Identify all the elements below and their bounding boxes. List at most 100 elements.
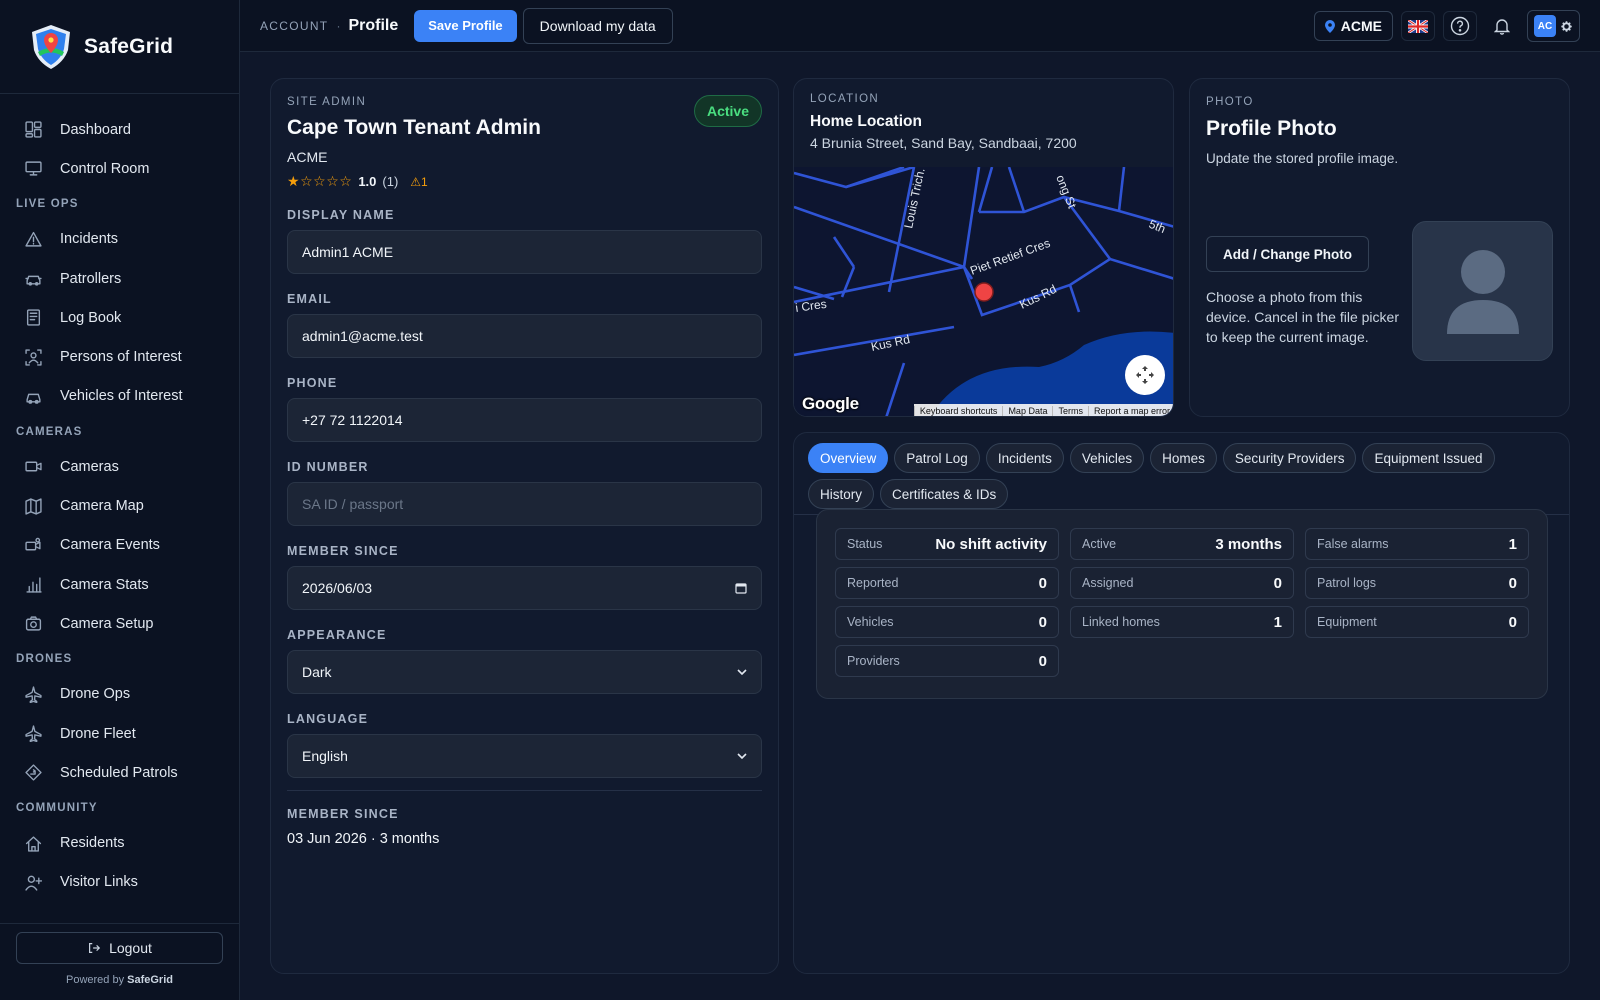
- brand: SafeGrid: [0, 0, 239, 94]
- language-value: English: [302, 748, 348, 764]
- phone-field: PHONE +27 72 1122014: [287, 376, 762, 442]
- stat-value: 1: [1273, 613, 1282, 631]
- sidebar-item-patrollers[interactable]: Patrollers: [0, 259, 239, 298]
- star-empty-icon: ☆: [339, 173, 353, 189]
- logout-label: Logout: [109, 940, 152, 956]
- map[interactable]: Louis Trich. Piet Retief Cres Kus Rd Kus…: [794, 167, 1174, 417]
- stat-value: 0: [1038, 574, 1047, 592]
- plane-icon-wrap: [24, 725, 42, 743]
- stat-label: Equipment: [1317, 615, 1377, 629]
- sidebar-item-dashboard[interactable]: Dashboard: [0, 110, 239, 149]
- download-data-button[interactable]: Download my data: [522, 7, 673, 44]
- sidebar-item-residents[interactable]: Residents: [0, 823, 239, 862]
- map-footer-link[interactable]: Terms: [1052, 406, 1088, 416]
- sidebar-item-camera-setup[interactable]: Camera Setup: [0, 604, 239, 643]
- route-icon-wrap: [24, 764, 42, 782]
- map-canvas[interactable]: Louis Trich. Piet Retief Cres Kus Rd Kus…: [794, 167, 1174, 417]
- breadcrumb-root[interactable]: ACCOUNT: [260, 19, 328, 33]
- display-name-input[interactable]: Admin1 ACME: [287, 230, 762, 274]
- user-add-icon: [24, 875, 42, 891]
- plane-icon: [24, 725, 42, 742]
- calendar-icon[interactable]: [735, 582, 747, 594]
- member-since-date-input[interactable]: 2026/06/03: [287, 566, 762, 610]
- map-icon-wrap: [24, 497, 42, 515]
- stat-status: Status No shift activity: [835, 528, 1059, 560]
- sidebar-item-label: Camera Map: [60, 498, 144, 515]
- sidebar-section-cameras: CAMERAS: [16, 425, 83, 438]
- tab-certificates-ids[interactable]: Certificates & IDs: [880, 479, 1009, 509]
- sidebar-item-persons-of-interest[interactable]: Persons of Interest: [0, 337, 239, 376]
- sidebar-item-scheduled-patrols[interactable]: Scheduled Patrols: [0, 753, 239, 792]
- save-profile-button[interactable]: Save Profile: [414, 9, 517, 42]
- sidebar-item-cameras[interactable]: Cameras: [0, 447, 239, 486]
- tab-overview[interactable]: Overview: [808, 443, 889, 473]
- stat-patrol-logs: Patrol logs 0: [1305, 567, 1529, 599]
- stat-label: Reported: [847, 576, 899, 590]
- location-address: 4 Brunia Street, Sand Bay, Sandbaai, 720…: [810, 135, 1077, 151]
- overview-stats: Status No shift activity Active 3 months Fal…: [835, 528, 1529, 677]
- tab-patrol-log[interactable]: Patrol Log: [894, 443, 980, 473]
- sidebar-item-label: Incidents: [60, 231, 119, 248]
- tenant-selector[interactable]: ACME: [1313, 11, 1393, 41]
- map-footer-link[interactable]: Map Data: [1002, 406, 1052, 416]
- sidebar-item-drone-ops[interactable]: Drone Ops: [0, 675, 239, 714]
- language-select[interactable]: English: [287, 734, 762, 778]
- sidebar-item-camera-events[interactable]: Camera Events: [0, 526, 239, 565]
- fullscreen-button[interactable]: [1125, 355, 1165, 395]
- profile-photo-placeholder[interactable]: [1412, 221, 1553, 361]
- id-number-input[interactable]: SA ID / passport: [287, 482, 762, 526]
- profile-card: SITE ADMIN Cape Town Tenant Admin Active…: [270, 78, 779, 974]
- change-photo-button[interactable]: Add / Change Photo: [1206, 236, 1369, 272]
- star-empty-icon: ☆: [300, 173, 314, 189]
- monitor-icon-wrap: [24, 160, 42, 178]
- map-footer-link[interactable]: Keyboard shortcuts: [913, 406, 1003, 416]
- notifications-button[interactable]: [1485, 11, 1519, 41]
- photo-help-text: Choose a photo from this device. Cancel …: [1206, 289, 1399, 345]
- appearance-label: APPEARANCE: [287, 628, 387, 642]
- sidebar-item-control-room[interactable]: Control Room: [0, 149, 239, 188]
- map-footer: Keyboard shortcuts Map Data Terms Report…: [913, 404, 1173, 416]
- tenant-name: ACME: [1340, 18, 1382, 34]
- vehicle-icon-wrap: [24, 387, 42, 405]
- tab-equipment-issued[interactable]: Equipment Issued: [1362, 443, 1495, 473]
- map-footer-link[interactable]: Report a map error: [1087, 406, 1173, 416]
- appearance-select[interactable]: Dark: [287, 650, 762, 694]
- sidebar-item-label: Residents: [60, 835, 125, 852]
- location-label: LOCATION: [810, 93, 880, 105]
- sidebar-item-camera-map[interactable]: Camera Map: [0, 486, 239, 525]
- photo-card: PHOTO Profile Photo Update the stored pr…: [1189, 78, 1570, 417]
- sidebar-item-incidents[interactable]: Incidents: [0, 220, 239, 259]
- sidebar-item-label: Drone Ops: [60, 686, 131, 703]
- stat-label: Assigned: [1082, 576, 1134, 590]
- tab-incidents[interactable]: Incidents: [985, 443, 1064, 473]
- phone-input[interactable]: +27 72 1122014: [287, 398, 762, 442]
- logout-icon: [89, 943, 101, 953]
- tab-history[interactable]: History: [808, 479, 875, 509]
- tab-vehicles[interactable]: Vehicles: [1069, 443, 1145, 473]
- email-input[interactable]: admin1@acme.test: [287, 314, 762, 358]
- sidebar-item-label: Persons of Interest: [60, 349, 182, 366]
- tab-security-providers[interactable]: Security Providers: [1222, 443, 1357, 473]
- warning-icon: ⚠: [410, 174, 422, 189]
- safegrid-logo-icon: [32, 24, 70, 69]
- logbook-icon: [26, 309, 40, 326]
- tab-homes[interactable]: Homes: [1150, 443, 1217, 473]
- user-menu[interactable]: AC: [1527, 10, 1580, 42]
- help-button[interactable]: [1443, 11, 1477, 41]
- sidebar-item-label: Camera Events: [60, 537, 160, 554]
- appearance-field: APPEARANCE Dark: [287, 628, 762, 694]
- sidebar-item-visitor-links[interactable]: Visitor Links: [0, 863, 239, 902]
- stat-label: Providers: [847, 654, 900, 668]
- dashboard-icon: [24, 121, 42, 138]
- sidebar-item-camera-stats[interactable]: Camera Stats: [0, 565, 239, 604]
- logout-button[interactable]: Logout: [16, 932, 223, 964]
- person-scan-icon-wrap: [24, 348, 42, 366]
- language-flag-button[interactable]: [1401, 11, 1435, 41]
- sidebar-item-vehicles-of-interest[interactable]: Vehicles of Interest: [0, 377, 239, 416]
- sidebar-item-drone-fleet[interactable]: Drone Fleet: [0, 714, 239, 753]
- map-pin-icon[interactable]: [974, 282, 994, 302]
- photo-label: PHOTO: [1206, 96, 1254, 108]
- sidebar-item-log-book[interactable]: Log Book: [0, 298, 239, 337]
- stat-value: 0: [1273, 574, 1282, 592]
- warning-count: 1: [421, 174, 428, 189]
